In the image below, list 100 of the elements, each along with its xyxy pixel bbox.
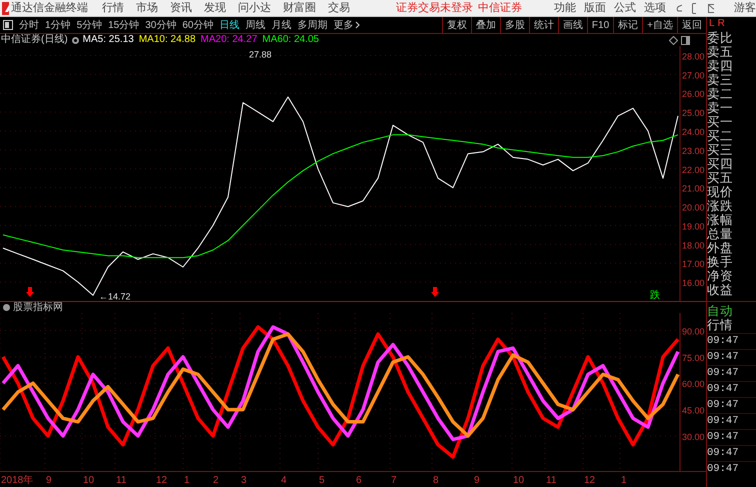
quote-label: 买五 [707, 171, 734, 185]
market-label: 行情 [707, 318, 734, 332]
quote-label: 委比 [707, 31, 734, 45]
panel-icon[interactable] [681, 36, 690, 44]
menu-item[interactable]: 公式 [610, 0, 640, 16]
menu-item[interactable]: 功能 [550, 0, 580, 16]
stock-title: 中信证券(日线) [1, 35, 68, 45]
diamond-icon[interactable] [669, 36, 678, 44]
quote-label: 卖一 [707, 101, 734, 115]
quote-label: 净资 [707, 269, 734, 283]
period-tab[interactable]: 15分钟 [105, 18, 142, 32]
period-tab[interactable]: 分时 [16, 18, 42, 32]
menu-item[interactable]: 资讯 [164, 0, 198, 16]
period-tab[interactable]: 30分钟 [142, 18, 180, 32]
menu-item[interactable]: 市场 [130, 0, 164, 16]
x-axis-label: 12 [584, 475, 596, 485]
quote-label: 买三 [707, 143, 734, 157]
period-tab[interactable]: 5分钟 [74, 18, 106, 32]
y-axis-label: 45.00 [682, 406, 705, 416]
x-axis-label: 11 [116, 475, 126, 485]
panel-tab[interactable]: R [718, 17, 725, 31]
gear-icon[interactable] [70, 36, 80, 44]
period-tab[interactable]: 日线 [216, 18, 242, 32]
menu-item[interactable]: 交易 [322, 0, 356, 16]
trade-time: 09:47 [707, 397, 756, 413]
menu-item[interactable]: 选项 [640, 0, 670, 16]
period-tab[interactable]: 多周期 [294, 18, 330, 32]
x-axis-label: 9 [474, 475, 480, 485]
x-axis-label: 2 [213, 475, 219, 485]
login-status: 证券交易未登录 [396, 0, 473, 16]
trade-time: 09:47 [707, 413, 756, 429]
quote-label: 换手 [707, 255, 734, 269]
toolbar-button[interactable]: 复权 [442, 17, 471, 33]
square-icon[interactable] [3, 20, 13, 30]
menu-item[interactable]: 版面 [580, 0, 610, 16]
price-annotation: ←14.72 [99, 291, 131, 301]
quote-label: 总量 [707, 227, 734, 241]
period-tab[interactable]: 60分钟 [179, 18, 216, 32]
x-axis-label: 1 [184, 475, 190, 485]
panel-tab[interactable]: L [709, 17, 715, 31]
y-axis-label: 25.00 [682, 108, 705, 118]
y-axis-label: 24.00 [682, 127, 705, 137]
indicator-icon[interactable] [2, 303, 11, 312]
ma-legend: MA5: 25.13 [82, 35, 134, 45]
toolbar-button[interactable]: 标记 [613, 17, 642, 33]
more-button[interactable]: 更多 [330, 18, 362, 32]
period-tab[interactable]: 月线 [268, 18, 294, 32]
logo-icon [2, 2, 9, 14]
auto-label[interactable]: 自动 [707, 301, 756, 318]
toolbar-button[interactable]: F10 [586, 17, 614, 33]
x-axis-label: 10 [83, 475, 94, 485]
toolbar-button[interactable]: +自选 [642, 17, 677, 33]
y-axis-label: 20.00 [682, 202, 705, 213]
quote-label: 现价 [707, 185, 734, 199]
menu-item[interactable]: 行情 [96, 0, 130, 16]
price-annotation: 27.88 [249, 50, 272, 60]
y-axis-label: 60.00 [682, 379, 705, 390]
quote-label: 卖五 [707, 45, 734, 59]
y-axis-label: 28.00 [682, 51, 705, 62]
quote-label: 买四 [707, 157, 734, 171]
ma-legend: MA10: 24.88 [138, 35, 196, 45]
toolbar-button[interactable]: 画线 [558, 17, 587, 33]
y-axis-label: 30.00 [682, 432, 705, 442]
x-axis-label: 6 [356, 475, 362, 485]
y-axis-label: 17.00 [682, 259, 705, 270]
quote-label: 卖四 [707, 59, 734, 73]
toolbar-button[interactable]: 叠加 [470, 17, 500, 33]
quote-label: 外盘 [707, 241, 734, 255]
y-axis-label: 26.00 [682, 89, 705, 100]
y-axis-label: 90.00 [682, 326, 705, 337]
quote-label: 买二 [707, 129, 734, 143]
trade-time: 09:47 [707, 333, 756, 349]
y-axis-label: 16.00 [682, 278, 705, 288]
broker-name: 中信证券 [478, 0, 522, 16]
trade-time: 09:47 [707, 429, 756, 445]
x-axis-label: 2018年 [1, 475, 34, 485]
x-axis-label: 5 [319, 475, 325, 485]
y-axis-label: 19.00 [682, 221, 705, 232]
toolbar-button[interactable]: 返回 [677, 17, 706, 33]
quote-label: 涨跌 [707, 199, 734, 213]
y-axis-label: 27.00 [682, 70, 705, 80]
trade-time: 09:47 [707, 381, 756, 397]
y-axis-label: 23.00 [682, 146, 705, 156]
toolbar-button[interactable]: 统计 [528, 17, 558, 33]
menu-item[interactable]: 发现 [198, 0, 232, 16]
period-tab[interactable]: 周线 [242, 18, 268, 32]
x-axis-label: 12 [156, 475, 168, 485]
chevron-icon [354, 21, 360, 29]
user-name[interactable]: 游客 [734, 0, 756, 16]
menu-item[interactable]: 财富圈 [276, 0, 322, 16]
y-axis-label: 21.00 [682, 184, 705, 194]
toolbar-button[interactable]: 多股 [500, 17, 529, 33]
trade-time: 09:47 [707, 445, 756, 461]
menu-item[interactable]: 问小达 [232, 0, 277, 16]
x-axis-label: 1 [621, 475, 627, 485]
indicator-name: 股票指标网 [13, 300, 63, 315]
x-axis-label: 4 [281, 475, 287, 485]
x-axis-label: 8 [433, 475, 439, 485]
period-tab[interactable]: 1分钟 [42, 18, 74, 32]
y-axis-label: 22.00 [682, 164, 705, 175]
